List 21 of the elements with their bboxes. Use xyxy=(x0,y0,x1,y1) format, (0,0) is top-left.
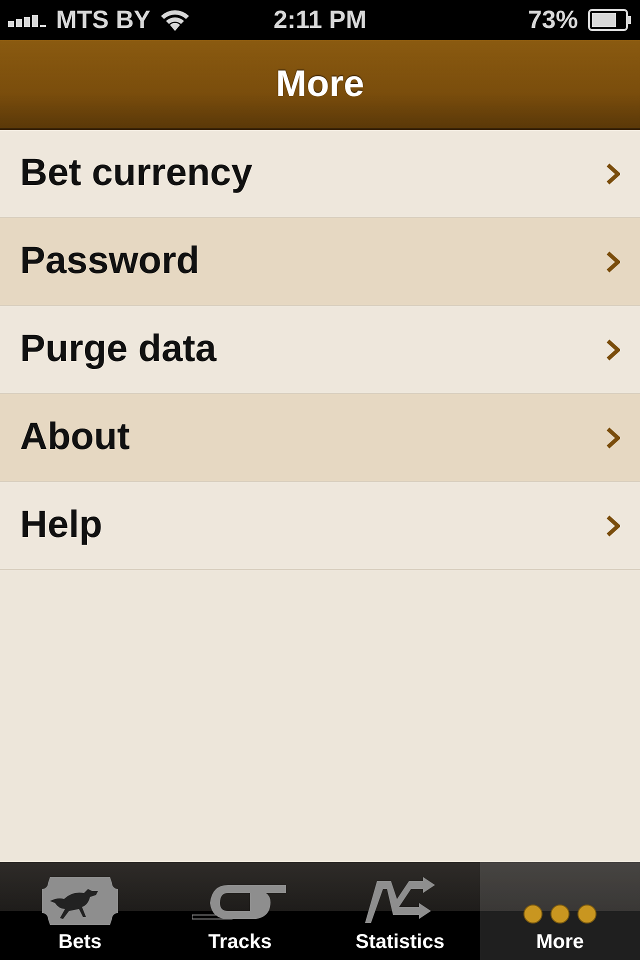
chart-arrows-icon xyxy=(363,877,437,925)
tab[interactable]: More xyxy=(480,862,640,960)
chevron-icon xyxy=(606,338,620,360)
chevron-icon xyxy=(606,162,620,184)
menu-item[interactable]: About xyxy=(0,394,640,482)
status-time: 2:11 PM xyxy=(273,6,367,34)
battery-percent: 73% xyxy=(528,6,578,34)
more-dots-icon xyxy=(522,903,598,925)
menu-item[interactable]: Password xyxy=(0,218,640,306)
chevron-icon xyxy=(606,514,620,536)
horse-icon xyxy=(42,877,118,925)
tab[interactable]: Bets xyxy=(0,862,160,960)
carrier-name: MTS BY xyxy=(56,6,150,34)
chevron-icon xyxy=(606,250,620,272)
signal-icon xyxy=(8,13,46,27)
battery-icon xyxy=(588,9,632,31)
wifi-icon xyxy=(160,9,190,31)
screen-title: More xyxy=(276,63,364,105)
chevron-icon xyxy=(606,426,620,448)
tab[interactable]: Tracks xyxy=(160,862,320,960)
tab[interactable]: Statistics xyxy=(320,862,480,960)
